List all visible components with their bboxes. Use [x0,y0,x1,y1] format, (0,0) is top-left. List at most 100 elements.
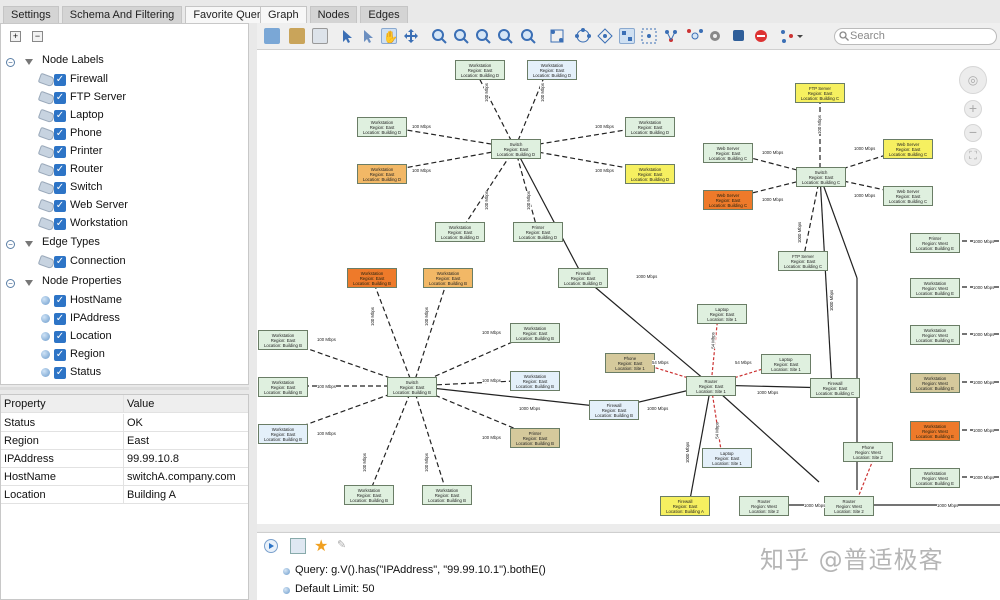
graph-node-ws-d5[interactable]: Workstation Region: East Location: Buildin… [357,164,407,184]
pan-hand-icon[interactable]: ✋ [381,28,398,44]
table-row[interactable]: Location Building A [1,486,248,504]
zoom-fit-icon[interactable] [475,28,491,44]
graph-node-ws-b2[interactable]: Workstation Region: East Location: Buildin… [423,268,473,288]
graph-canvas[interactable]: Workstation Region: East Location: Buildin… [257,50,1000,524]
graph-node-web-c2[interactable]: Web Server Region: East Location: Building… [883,139,933,159]
layout-star-icon[interactable] [597,28,613,44]
default-limit-text[interactable]: Default Limit: 50 [295,583,374,595]
marquee-select-icon[interactable] [360,28,376,44]
graph-node-fw-d[interactable]: Firewall Region: East Location: Building D [558,268,608,288]
graph-node-lap-3[interactable]: Laptop Region: East Location: Site 1 [702,448,752,468]
zoom-in-icon[interactable] [431,28,447,44]
graph-node-ws-b3[interactable]: Workstation Region: East Location: Buildin… [258,330,308,350]
graph-node-ws-d2[interactable]: Workstation Region: East Location: Buildin… [527,60,577,80]
table-row[interactable]: Region East [1,432,248,450]
table-row[interactable]: Status OK [1,414,248,432]
query-text[interactable]: Query: g.V().has("IPAddress", "99.99.10.… [295,564,546,576]
pan-control-icon[interactable]: ◎ [959,66,987,94]
zoom-out-icon[interactable] [453,28,469,44]
graph-node-fw-c[interactable]: Firewall Region: East Location: Building C [810,378,860,398]
layout-circular-icon[interactable] [575,28,591,44]
expand-all-button[interactable]: + [10,31,21,42]
graph-node-ws-b9[interactable]: Workstation Region: East Location: Buildin… [422,485,472,505]
graph-node-ws-d1[interactable]: Workstation Region: East Location: Buildin… [455,60,505,80]
graph-node-ws-d4[interactable]: Workstation Region: East Location: Buildin… [625,117,675,137]
graph-node-rt-w2[interactable]: Router Region: West Location: Site 2 [824,496,874,516]
collapse-all-button[interactable]: − [32,31,43,42]
graph-node-ws-d6[interactable]: Workstation Region: East Location: Buildin… [625,164,675,184]
graph-node-ftp-c1[interactable]: FTP Server Region: East Location: Building… [795,83,845,103]
graph-node-fw-b[interactable]: Firewall Region: East Location: Building B [589,400,639,420]
print-icon[interactable] [289,28,305,44]
stop-icon[interactable] [731,28,747,44]
layout-grid-icon[interactable] [619,28,635,44]
node-properties-expander[interactable]: − [6,279,15,288]
checkbox-web-server[interactable]: ✓ [54,200,66,212]
fit-screen-button[interactable]: ⛶ [964,148,982,166]
checkbox-location[interactable]: ✓ [54,331,66,343]
checkbox-router[interactable]: ✓ [54,164,66,176]
graph-node-sw-b[interactable]: Switch Region: East Location: Building B [387,377,437,397]
settings-gear-icon[interactable] [707,28,723,44]
move-icon[interactable] [403,28,419,44]
checkbox-hostname[interactable]: ✓ [54,295,66,307]
graph-node-lap-2[interactable]: Laptop Region: East Location: Site 1 [761,354,811,374]
graph-node-web-c1[interactable]: Web Server Region: East Location: Building… [703,143,753,163]
graph-node-ws-b4[interactable]: Workstation Region: East Location: Buildin… [510,323,560,343]
graph-node-web-c4[interactable]: Web Server Region: East Location: Building… [883,186,933,206]
graph-node-ws-d3[interactable]: Workstation Region: East Location: Buildin… [357,117,407,137]
bottom-splitter[interactable] [257,524,1000,531]
checkbox-ipaddress[interactable]: ✓ [54,313,66,325]
favorite-star-icon[interactable]: ★ [314,536,328,556]
clear-icon[interactable] [753,28,769,44]
edit-query-icon[interactable] [290,538,306,554]
tab-settings[interactable]: Settings [3,6,59,23]
checkbox-workstation[interactable]: ✓ [54,218,66,230]
graph-node-sw-c[interactable]: Switch Region: East Location: Building C [796,167,846,187]
layout-organic-icon[interactable] [549,28,565,44]
edge-types-expander[interactable]: − [6,240,15,249]
graph-node-ws-b7[interactable]: Workstation Region: East Location: Buildin… [258,424,308,444]
graph-node-ws-e1[interactable]: Workstation Region: West Location: Buildin… [910,278,960,298]
left-splitter[interactable] [0,387,249,390]
graph-node-ws-d7[interactable]: Workstation Region: East Location: Buildin… [435,222,485,242]
checkbox-status[interactable]: ✓ [54,367,66,379]
graph-node-lap-1[interactable]: Laptop Region: East Location: Site 1 [697,304,747,324]
graph-node-rt-w1[interactable]: Router Region: West Location: Site 2 [739,496,789,516]
graph-node-ftp-c2[interactable]: FTP Server Region: East Location: Building… [778,251,828,271]
checkbox-region[interactable]: ✓ [54,349,66,361]
zoom-selection-icon[interactable] [497,28,513,44]
checkbox-ftp-server[interactable]: ✓ [54,92,66,104]
layout-tree-icon[interactable] [641,28,657,44]
graph-node-ws-b5[interactable]: Workstation Region: East Location: Buildin… [258,377,308,397]
graph-node-ph-1[interactable]: Phone Region: East Location: Site 1 [605,353,655,373]
graph-node-sw-d[interactable]: Switch Region: East Location: Building D [491,139,541,159]
tab-schema-and-filtering[interactable]: Schema And Filtering [61,6,183,23]
node-labels-expander[interactable]: − [6,58,15,67]
checkbox-switch[interactable]: ✓ [54,182,66,194]
run-query-icon[interactable] [264,539,278,553]
export-icon[interactable] [264,28,280,44]
checkbox-phone[interactable]: ✓ [54,128,66,140]
layout-radial-icon[interactable] [687,28,703,44]
search-input[interactable]: Search [834,28,997,45]
graph-node-ws-e5[interactable]: Workstation Region: West Location: Buildin… [910,468,960,488]
magic-wand-icon[interactable]: ✎ [337,538,346,551]
graph-node-pr-b[interactable]: Printer Region: East Location: Building B [510,428,560,448]
page-setup-icon[interactable] [312,28,328,44]
graph-node-ws-b6[interactable]: Workstation Region: East Location: Buildin… [510,371,560,391]
graph-node-ph-w[interactable]: Phone Region: West Location: Site 2 [843,442,893,462]
node-style-dropdown[interactable] [779,28,805,44]
graph-node-pr-w[interactable]: Printer Region: West Location: Building E [910,233,960,253]
graph-node-pr-d[interactable]: Printer Region: East Location: Building D [513,222,563,242]
graph-node-ws-b8[interactable]: Workstation Region: East Location: Buildin… [344,485,394,505]
zoom-in-button[interactable]: + [964,100,982,118]
tab-graph[interactable]: Graph [260,6,307,23]
table-row[interactable]: IPAddress 99.99.10.8 [1,450,248,468]
checkbox-laptop[interactable]: ✓ [54,110,66,122]
graph-node-ws-b1[interactable]: Workstation Region: East Location: Buildin… [347,268,397,288]
checkbox-connection[interactable]: ✓ [54,256,66,268]
tab-edges[interactable]: Edges [360,6,408,23]
table-row[interactable]: HostName switchA.company.com [1,468,248,486]
tab-nodes[interactable]: Nodes [309,6,358,23]
